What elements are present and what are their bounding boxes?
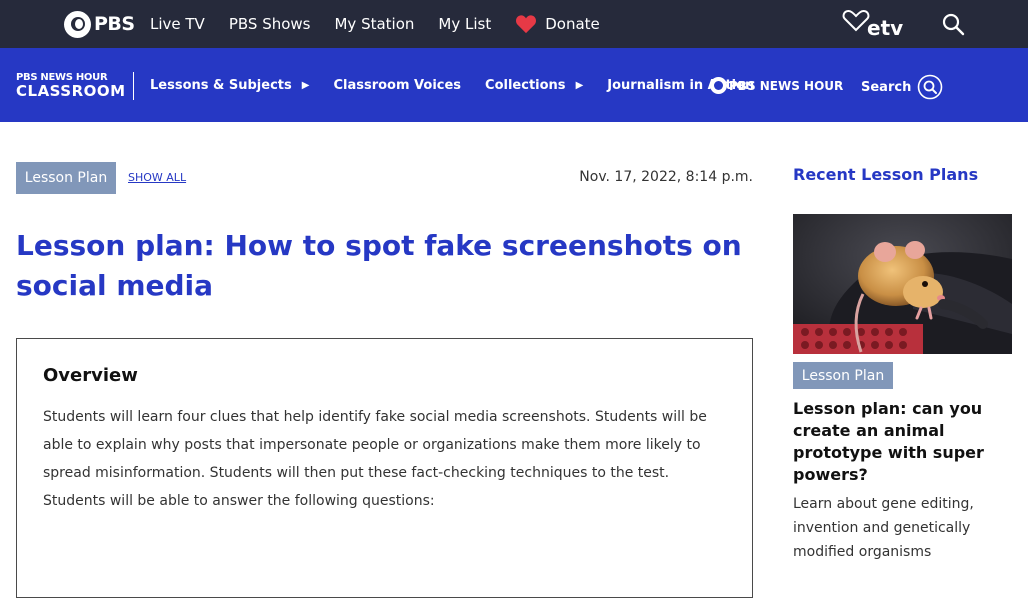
pbs-head-icon [710,77,727,94]
triangle-right-icon: ▶ [575,79,584,91]
nav-my-list[interactable]: My List [438,15,491,33]
nav-lessons-subjects[interactable]: Lessons & Subjects ▶ [150,78,309,93]
newshour-classroom-logo[interactable]: PBS NEWS HOUR CLASSROOM [16,72,134,100]
top-nav: Live TV PBS Shows My Station My List Don… [150,0,624,48]
triangle-right-icon: ▶ [301,79,310,91]
newshour-logo-text: PBS NEWS HOUR [729,78,844,93]
nav-classroom-voices-label: Classroom Voices [333,77,462,93]
pbs-logo[interactable]: PBS [64,10,135,38]
search-label: Search [861,79,912,95]
donate-link[interactable]: Donate [515,14,600,34]
classroom-nav-bar: PBS NEWS HOUR CLASSROOM Lessons & Subjec… [0,48,1028,122]
pbs-newshour-logo[interactable]: PBS NEWS HOUR [710,77,843,94]
search-icon [918,74,943,100]
etv-station-logo[interactable]: etv [841,8,907,38]
etv-logo-text: etv [867,16,903,38]
page-title: Lesson plan: How to spot fake screenshot… [16,229,742,302]
classroom-logo-line2: CLASSROOM [16,82,126,100]
search-icon[interactable] [941,12,965,36]
overview-box: Overview Students will learn four clues … [16,338,753,598]
nav-lessons-subjects-label: Lessons & Subjects [150,77,292,93]
sidebar-lesson-description: Learn about gene editing, invention and … [793,496,974,560]
category-badge[interactable]: Lesson Plan [16,162,116,194]
overview-text: Students will learn four clues that help… [43,409,707,509]
overview-heading: Overview [43,365,138,386]
nav-my-station[interactable]: My Station [334,15,414,33]
nav-collections-label: Collections [485,77,566,93]
sidebar-category-badge[interactable]: Lesson Plan [793,362,893,389]
pbs-top-bar: PBS Live TV PBS Shows My Station My List… [0,0,1028,48]
heart-icon [516,15,537,34]
publish-date: Nov. 17, 2022, 8:14 p.m. [579,169,753,185]
recent-lesson-plans-heading: Recent Lesson Plans [793,165,979,184]
mouse-photo [793,214,1012,354]
nav-pbs-shows[interactable]: PBS Shows [229,15,311,33]
classroom-nav: Lessons & Subjects ▶ Classroom Voices Co… [150,48,778,122]
lesson-thumbnail-image[interactable] [793,214,1012,354]
nav-live-tv[interactable]: Live TV [150,15,205,33]
sidebar-lesson-title[interactable]: Lesson plan: can you create an animal pr… [793,398,1008,486]
pbs-head-icon [64,10,91,38]
pbs-logo-text: PBS [94,13,135,35]
nav-classroom-voices[interactable]: Classroom Voices [333,78,461,93]
donate-label: Donate [545,15,600,33]
classroom-search-button[interactable]: Search [861,74,943,100]
show-all-link[interactable]: SHOW ALL [128,171,186,184]
nav-collections[interactable]: Collections ▶ [485,78,583,93]
